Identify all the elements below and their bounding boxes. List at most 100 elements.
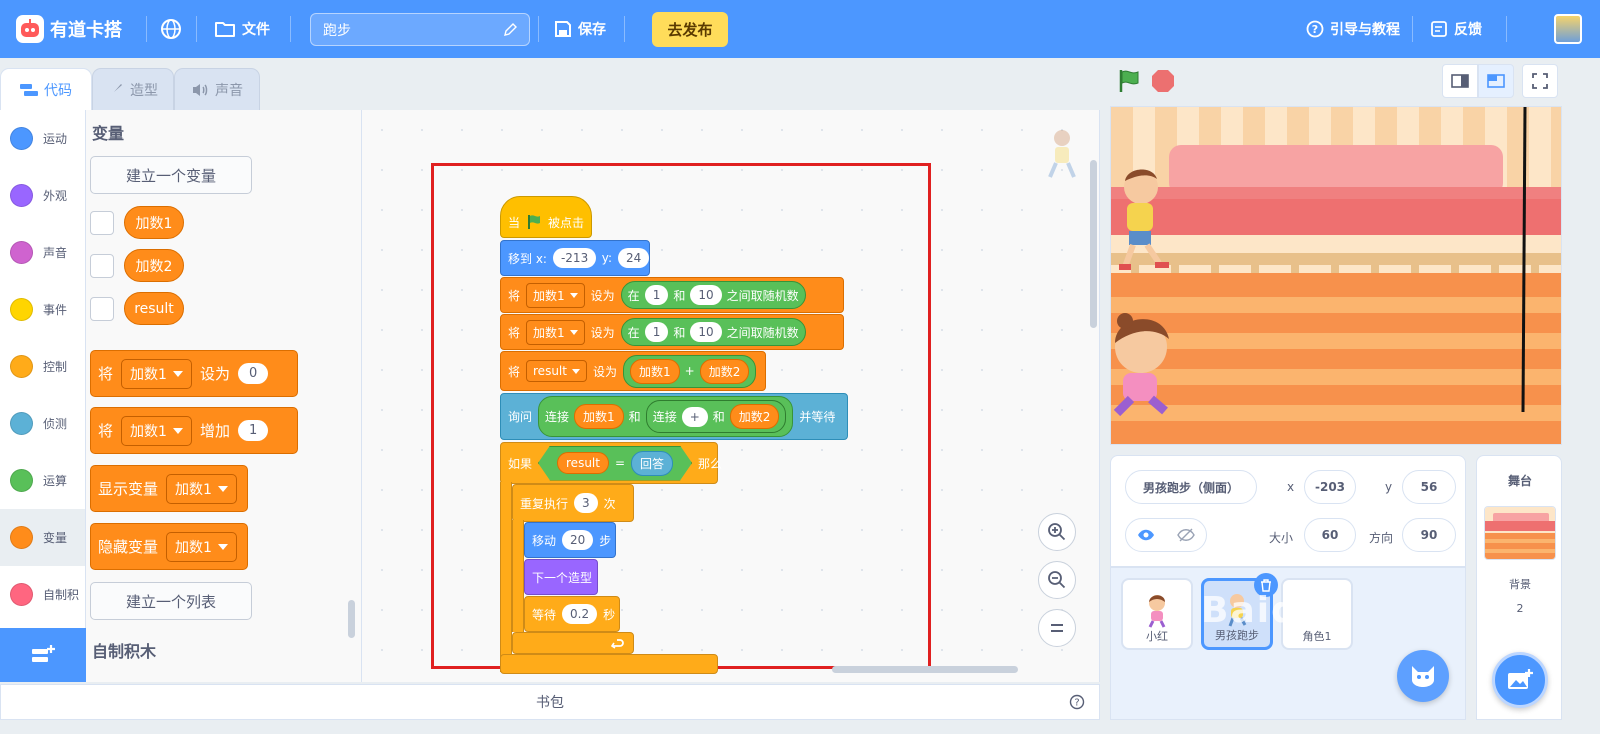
category-variables[interactable]: 变量 [0,509,85,566]
category-control[interactable]: 控制 [0,338,85,395]
sprite-size-input[interactable]: 60 [1304,518,1356,552]
variable-reporter[interactable]: 加数1 [574,404,624,429]
if-then-block[interactable]: 如果 result = 回答 那么 重复执行 3 次 移动 20 步 下一个造型… [500,442,722,674]
green-flag-icon[interactable] [1116,68,1142,94]
large-stage-button[interactable] [1478,64,1514,98]
tutorial-button[interactable]: ? 引导与教程 [1306,0,1400,58]
variable-dropdown[interactable]: 加数1 [526,319,585,345]
category-sound[interactable]: 声音 [0,224,85,281]
variable-reporter-block[interactable]: result [124,292,184,325]
category-looks[interactable]: 外观 [0,167,85,224]
category-motion[interactable]: 运动 [0,110,85,167]
fullscreen-button[interactable] [1522,64,1558,98]
set-variable-random-block[interactable]: 将 加数1 设为 在 1 和 10 之间取随机数 [500,314,844,350]
stop-icon[interactable] [1150,68,1176,94]
make-variable-button[interactable]: 建立一个变量 [90,156,252,194]
tab-costumes[interactable]: 造型 [92,68,174,110]
choose-backdrop-button[interactable] [1492,652,1548,708]
answer-reporter[interactable]: 回答 [631,451,673,476]
eye-icon[interactable] [1137,529,1155,541]
next-costume-block[interactable]: 下一个造型 [524,559,598,595]
palette-scrollbar[interactable] [348,600,355,638]
hide-variable-block[interactable]: 隐藏变量 加数1 [90,523,248,570]
file-menu[interactable]: 文件 [214,0,270,58]
variable-dropdown[interactable]: 加数1 [166,473,237,504]
move-steps-block[interactable]: 移动 20 步 [524,522,616,558]
x-input[interactable]: -213 [552,248,596,268]
variable-checkbox[interactable] [90,254,114,278]
variable-dropdown[interactable]: 加数1 [121,358,192,389]
add-operator-block[interactable]: 加数1 + 加数2 [622,354,757,388]
vertical-scrollbar[interactable] [1090,160,1097,328]
sprite-direction-input[interactable]: 90 [1402,518,1456,552]
small-stage-button[interactable] [1442,64,1478,98]
choose-sprite-button[interactable] [1397,650,1449,702]
variable-dropdown[interactable]: 加数1 [166,531,237,562]
random-to-input[interactable]: 10 [690,285,722,305]
zoom-in-button[interactable] [1038,513,1076,551]
variable-reporter[interactable]: 加数1 [629,358,680,384]
variable-dropdown[interactable]: 加数1 [121,415,192,446]
save-button[interactable]: 保存 [554,0,606,58]
repeat-count-input[interactable]: 3 [574,493,598,513]
sprite-name-input[interactable]: 男孩跑步（侧面） [1125,470,1257,504]
y-input[interactable]: 24 [618,248,649,268]
join-operator-block[interactable]: 连接 加数1 和 连接 + 和 加数2 [538,396,794,437]
value-input[interactable]: 0 [237,363,269,384]
make-list-button[interactable]: 建立一个列表 [90,582,252,620]
set-result-sum-block[interactable]: 将 result 设为 加数1 + 加数2 [500,351,766,391]
value-input[interactable]: 1 [237,420,269,441]
go-to-xy-block[interactable]: 移到 x: -213 y: 24 [500,240,650,276]
random-to-input[interactable]: 10 [690,322,722,342]
variable-reporter-block[interactable]: 加数1 [124,206,184,239]
variable-checkbox[interactable] [90,211,114,235]
random-from-input[interactable]: 1 [644,322,669,342]
stage-canvas[interactable] [1110,106,1562,445]
random-operator-block[interactable]: 在 1 和 10 之间取随机数 [620,281,806,309]
variable-reporter-block[interactable]: 加数2 [124,249,184,282]
set-variable-block[interactable]: 将 加数1 设为 0 [90,350,298,397]
category-sensing[interactable]: 侦测 [0,395,85,452]
script-area[interactable]: 当 被点击 移到 x: -213 y: 24 将 加数1 设为 在 1 和 10… [362,110,1100,682]
sprite-x-input[interactable]: -203 [1304,470,1356,504]
feedback-button[interactable]: 反馈 [1430,0,1482,58]
help-icon[interactable]: ? [1069,694,1085,710]
project-name-input[interactable]: 跑步 [310,13,530,46]
category-events[interactable]: 事件 [0,281,85,338]
ask-and-wait-block[interactable]: 询问 连接 加数1 和 连接 + 和 加数2 并等待 [500,393,848,440]
add-extension-button[interactable] [0,628,86,682]
brand-logo[interactable]: 有道卡搭 [16,0,122,58]
steps-input[interactable]: 20 [562,530,594,550]
zoom-out-button[interactable] [1038,561,1076,599]
join-operator-block[interactable]: 连接 + 和 加数2 [645,400,787,433]
show-variable-block[interactable]: 显示变量 加数1 [90,465,248,512]
wait-seconds-block[interactable]: 等待 0.2 秒 [524,596,620,632]
tab-sounds[interactable]: 声音 [174,68,260,110]
variable-dropdown[interactable]: result [526,360,587,382]
horizontal-scrollbar[interactable] [832,666,1018,673]
repeat-block[interactable]: 重复执行 3 次 [512,484,634,522]
eye-hidden-icon[interactable] [1177,528,1195,542]
sprite-y-input[interactable]: 56 [1402,470,1456,504]
change-variable-block[interactable]: 将 加数1 增加 1 [90,407,298,454]
random-operator-block[interactable]: 在 1 和 10 之间取随机数 [620,318,806,346]
set-variable-random-block[interactable]: 将 加数1 设为 在 1 和 10 之间取随机数 [500,277,844,313]
random-from-input[interactable]: 1 [644,285,669,305]
variable-checkbox[interactable] [90,297,114,321]
variable-reporter[interactable]: 加数2 [729,404,780,429]
variable-reporter[interactable]: 加数2 [699,358,750,384]
publish-button[interactable]: 去发布 [652,12,728,47]
when-flag-clicked-block[interactable]: 当 被点击 [500,196,592,238]
seconds-input[interactable]: 0.2 [562,604,598,624]
join-text-input[interactable]: + [681,406,708,427]
variable-reporter[interactable]: result [557,452,609,474]
language-button[interactable] [160,0,182,58]
equals-operator-block[interactable]: result = 回答 [538,446,692,481]
visibility-toggle[interactable] [1125,518,1207,552]
user-avatar[interactable] [1554,14,1582,44]
sprite-tile[interactable]: 小红 [1121,578,1193,650]
zoom-reset-button[interactable] [1038,609,1076,647]
backdrop-thumbnail[interactable] [1484,506,1556,560]
tab-code[interactable]: 代码 [0,68,92,110]
category-my-blocks[interactable]: 自制积 [0,566,85,623]
